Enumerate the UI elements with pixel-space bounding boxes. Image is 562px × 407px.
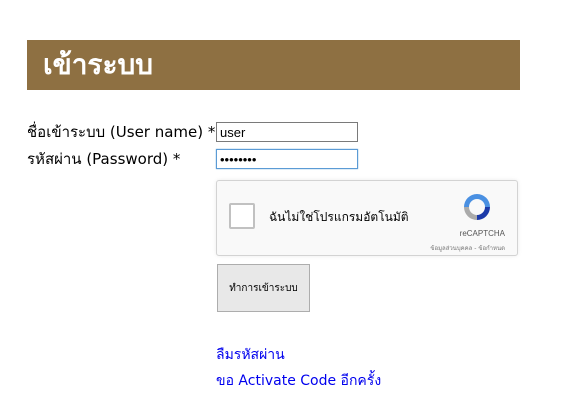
recaptcha-logo-icon bbox=[464, 194, 490, 220]
recaptcha-label: ฉันไม่ใช่โปรแกรมอัตโนมัติ bbox=[269, 210, 409, 224]
forgot-password-link[interactable]: ลืมรหัสผ่าน bbox=[216, 346, 285, 364]
recaptcha-widget: ฉันไม่ใช่โปรแกรมอัตโนมัติ reCAPTCHA ข้อม… bbox=[216, 180, 518, 256]
recaptcha-brand: reCAPTCHA bbox=[459, 229, 505, 238]
password-input[interactable] bbox=[216, 149, 358, 169]
recaptcha-terms-link[interactable]: ข้อมูลส่วนบุคคล - ข้อกำหนด bbox=[430, 243, 505, 253]
password-label: รหัสผ่าน (Password) * bbox=[27, 150, 181, 168]
login-button[interactable]: ทำการเข้าระบบ bbox=[217, 264, 310, 312]
recaptcha-checkbox[interactable] bbox=[229, 203, 255, 229]
username-label: ชื่อเข้าระบบ (User name) * bbox=[27, 123, 216, 141]
username-input[interactable] bbox=[216, 122, 358, 142]
resend-activation-link[interactable]: ขอ Activate Code อีกครั้ง bbox=[216, 372, 381, 390]
page-header: เข้าระบบ bbox=[27, 40, 520, 90]
page-title: เข้าระบบ bbox=[43, 48, 154, 81]
